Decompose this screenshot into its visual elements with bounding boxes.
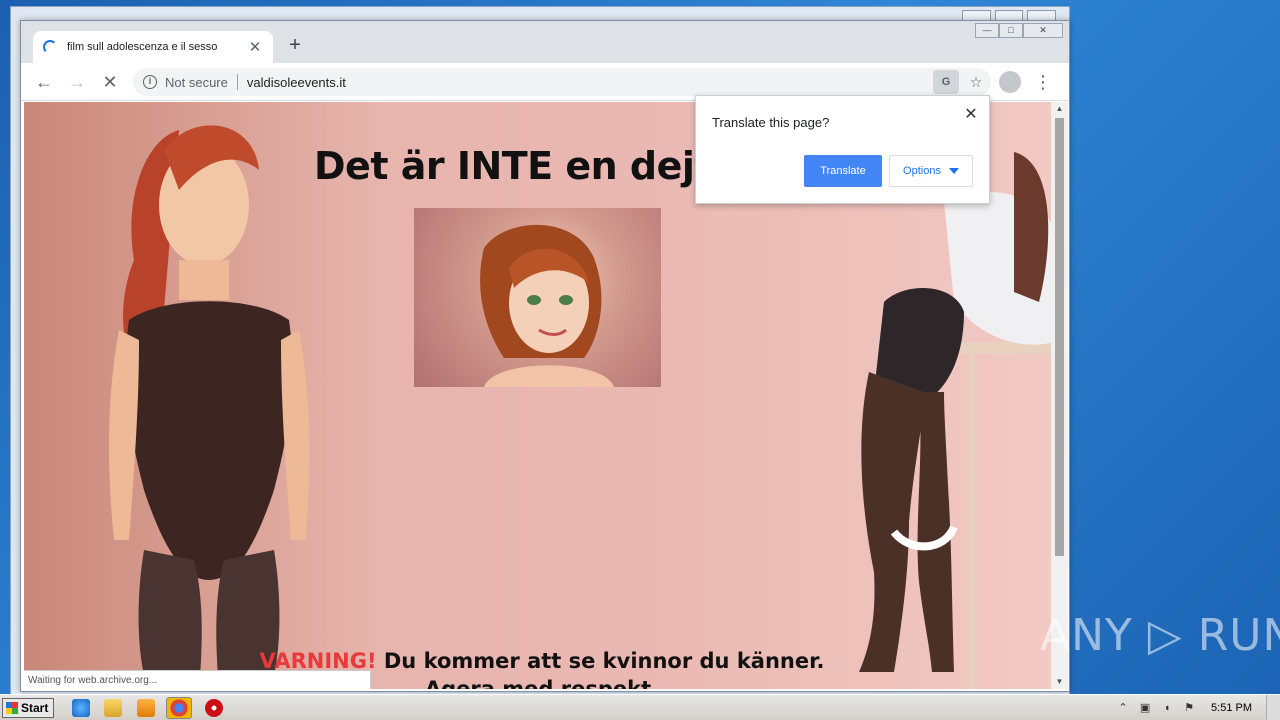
chevron-down-icon: [948, 168, 959, 174]
loading-spinner-icon: [43, 40, 57, 54]
options-button[interactable]: Options: [889, 155, 973, 187]
translate-icon[interactable]: G: [933, 70, 959, 94]
internet-explorer-icon[interactable]: [72, 699, 90, 717]
file-explorer-icon[interactable]: [104, 699, 122, 717]
volume-icon[interactable]: ◖: [1159, 700, 1175, 716]
browser-tab[interactable]: film sull adolescenza e il sesso ✕: [33, 31, 273, 63]
bookmark-star-icon[interactable]: ☆: [963, 70, 989, 94]
stop-loading-button[interactable]: ✕: [97, 69, 123, 95]
window-controls: — □ ✕: [975, 23, 1063, 38]
media-player-icon[interactable]: [137, 699, 155, 717]
network-icon[interactable]: ▣: [1137, 700, 1153, 716]
warning-text: Du kommer att se kvinnor du känner. Ager…: [376, 649, 825, 689]
translate-bubble: Translate this page? ✕ Translate Options: [695, 95, 990, 204]
info-icon[interactable]: i: [143, 75, 157, 89]
address-bar[interactable]: i Not secure valdisoleevents.it G ☆: [133, 68, 991, 96]
start-label: Start: [21, 701, 49, 715]
center-portrait-image[interactable]: [414, 208, 661, 387]
opera-icon[interactable]: [205, 699, 223, 717]
translate-bubble-close-icon[interactable]: ✕: [963, 104, 979, 124]
system-tray: ⌃ ▣ ◖ ⚑ 5:51 PM: [1109, 695, 1280, 720]
scroll-thumb[interactable]: [1055, 118, 1064, 556]
new-tab-button[interactable]: +: [283, 33, 307, 57]
tab-strip: film sull adolescenza e il sesso ✕ + — □…: [21, 21, 1069, 63]
profile-avatar-icon[interactable]: [999, 71, 1021, 93]
status-bubble: Waiting for web.archive.org...: [24, 670, 371, 689]
address-bar-actions: G ☆: [933, 70, 989, 94]
left-illustration: [109, 125, 310, 689]
scroll-up-icon[interactable]: ▲: [1051, 102, 1068, 116]
start-button[interactable]: Start: [2, 698, 54, 718]
tab-close-icon[interactable]: ✕: [247, 38, 263, 56]
tray-expand-icon[interactable]: ⌃: [1115, 700, 1131, 716]
clock[interactable]: 5:51 PM: [1211, 702, 1252, 714]
translate-bubble-title: Translate this page?: [712, 115, 830, 130]
forward-button[interactable]: →: [64, 69, 90, 95]
action-center-flag-icon[interactable]: ⚑: [1181, 700, 1197, 716]
translate-button[interactable]: Translate: [804, 155, 882, 187]
options-label: Options: [903, 165, 941, 177]
minimize-button[interactable]: —: [975, 23, 999, 38]
anyrun-watermark-logo: ANY ▷ RUN: [1040, 610, 1280, 661]
chrome-taskbar-icon[interactable]: [166, 697, 192, 719]
vertical-scrollbar[interactable]: ▲ ▼: [1051, 102, 1068, 689]
close-window-button[interactable]: ✕: [1023, 23, 1063, 38]
back-button[interactable]: ←: [31, 69, 57, 95]
menu-icon[interactable]: ⋮: [1033, 69, 1053, 95]
windows-logo-icon: [6, 702, 18, 714]
scroll-down-icon[interactable]: ▼: [1051, 675, 1068, 689]
show-desktop-button[interactable]: [1266, 695, 1280, 720]
url-text[interactable]: valdisoleevents.it: [247, 75, 346, 90]
tab-title: film sull adolescenza e il sesso: [67, 41, 218, 53]
portrait-drawing: [480, 224, 614, 387]
taskbar: Start ⌃ ▣ ◖ ⚑ 5:51 PM: [0, 694, 1280, 720]
right-illustration: [859, 152, 1051, 689]
separator: [236, 74, 238, 90]
security-label[interactable]: Not secure: [165, 75, 228, 90]
maximize-button[interactable]: □: [999, 23, 1023, 38]
